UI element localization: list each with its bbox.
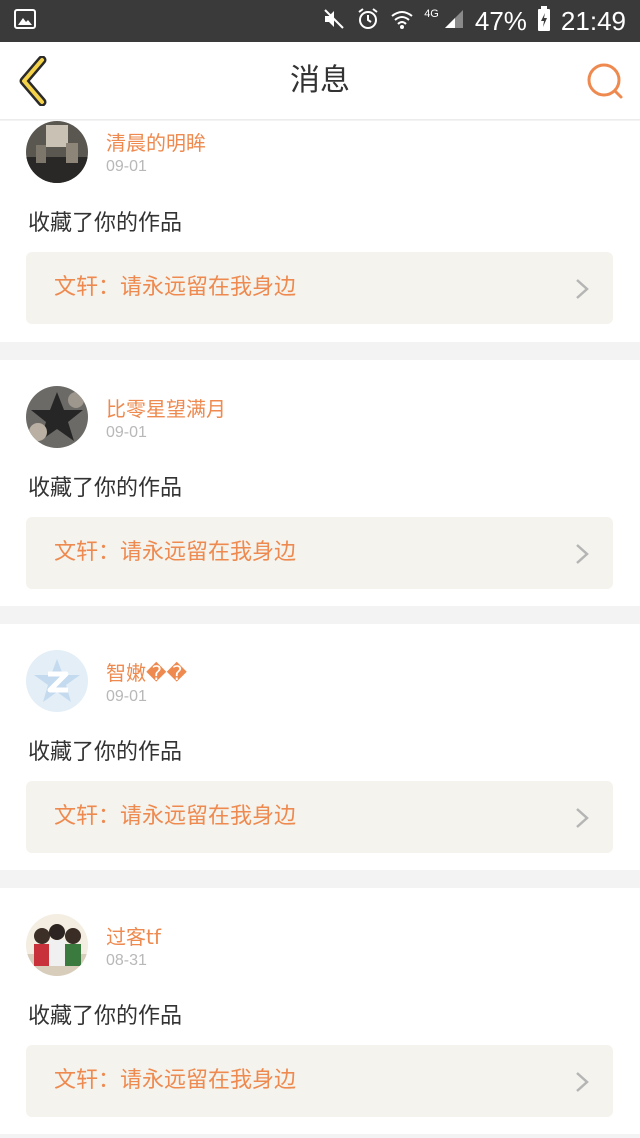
avatar[interactable] bbox=[26, 914, 88, 976]
avatar[interactable] bbox=[26, 650, 88, 712]
app-header: 消息 bbox=[0, 42, 640, 120]
chevron-right-icon bbox=[576, 544, 589, 564]
network-type: 4G bbox=[424, 8, 439, 20]
status-bar: 4G 47% 21:49 bbox=[0, 0, 640, 42]
message-date: 09-01 bbox=[106, 424, 147, 441]
image-icon bbox=[14, 9, 36, 33]
message-card[interactable]: 过客tf 08-31 收藏了你的作品 文轩：请永远留在我身边 bbox=[0, 888, 640, 1134]
message-card[interactable]: 智嫩�� 09-01 收藏了你的作品 文轩：请永远留在我身边 bbox=[0, 624, 640, 870]
message-card[interactable]: 清晨的明眸 09-01 收藏了你的作品 文轩：请永远留在我身边 bbox=[0, 121, 640, 342]
search-icon bbox=[587, 63, 623, 99]
username[interactable]: 过客tf bbox=[106, 921, 161, 950]
username[interactable]: 比零星望满月 bbox=[106, 393, 226, 422]
username[interactable]: 清晨的明眸 bbox=[106, 127, 206, 156]
message-card[interactable]: 比零星望满月 09-01 收藏了你的作品 文轩：请永远留在我身边 bbox=[0, 360, 640, 606]
search-button[interactable] bbox=[586, 62, 624, 100]
work-title: 文轩：请永远留在我身边 bbox=[54, 804, 297, 829]
work-title: 文轩：请永远留在我身边 bbox=[54, 1068, 297, 1093]
mute-icon bbox=[322, 8, 346, 34]
battery-percent: 47% bbox=[474, 5, 527, 36]
message-action: 收藏了你的作品 bbox=[28, 476, 183, 501]
message-date: 09-01 bbox=[106, 688, 147, 705]
work-title: 文轩：请永远留在我身边 bbox=[54, 540, 297, 565]
work-link[interactable]: 文轩：请永远留在我身边 bbox=[26, 252, 613, 324]
work-link[interactable]: 文轩：请永远留在我身边 bbox=[26, 781, 613, 853]
wifi-icon bbox=[390, 8, 414, 34]
message-date: 09-01 bbox=[106, 158, 147, 175]
work-link[interactable]: 文轩：请永远留在我身边 bbox=[26, 517, 613, 589]
message-list: 清晨的明眸 09-01 收藏了你的作品 文轩：请永远留在我身边 比零星望满月 0… bbox=[0, 121, 640, 1138]
alarm-icon bbox=[356, 7, 380, 35]
message-action: 收藏了你的作品 bbox=[28, 1004, 183, 1029]
avatar[interactable] bbox=[26, 386, 88, 448]
chevron-right-icon bbox=[576, 279, 589, 299]
message-action: 收藏了你的作品 bbox=[28, 740, 183, 765]
message-date: 08-31 bbox=[106, 952, 147, 969]
page-title: 消息 bbox=[290, 63, 350, 98]
chevron-right-icon bbox=[576, 1072, 589, 1092]
work-title: 文轩：请永远留在我身边 bbox=[54, 275, 297, 300]
battery-charging-icon bbox=[537, 6, 551, 36]
work-link[interactable]: 文轩：请永远留在我身边 bbox=[26, 1045, 613, 1117]
avatar[interactable] bbox=[26, 121, 88, 183]
message-action: 收藏了你的作品 bbox=[28, 211, 183, 236]
chevron-right-icon bbox=[576, 808, 589, 828]
signal-icon bbox=[443, 8, 465, 34]
username[interactable]: 智嫩�� bbox=[106, 657, 187, 686]
clock: 21:49 bbox=[560, 5, 626, 36]
